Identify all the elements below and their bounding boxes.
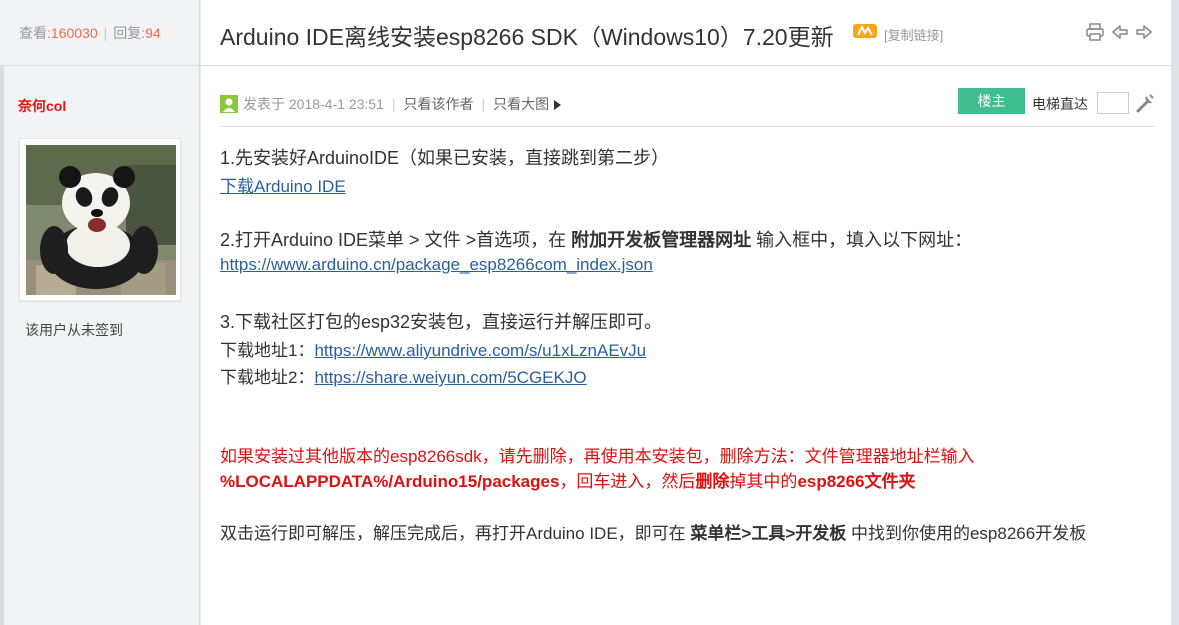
download-2-label: 下载地址2：	[220, 368, 315, 387]
posted-time: 2018-4-1 23:51	[288, 96, 384, 112]
warning-text-mid2: 掉其中的	[729, 472, 798, 491]
replies-label: 回复:	[113, 24, 146, 41]
stats-separator: |	[103, 24, 108, 41]
author-sidebar: 奈何col 该用户从未签到	[4, 66, 200, 625]
thread-stats: 查看: 160030 | 回复: 94	[0, 0, 200, 66]
next-thread-icon[interactable]	[1134, 22, 1154, 42]
warning-line-2: %LOCALAPPDATA%/Arduino15/packages，回车进入，然…	[220, 467, 916, 492]
meta-separator: |	[391, 96, 396, 112]
step-3-text: 3.下载社区打包的esp32安装包，直接运行并解压即可。	[220, 312, 663, 332]
final-text-end: 中找到你使用的esp8266开发板	[846, 524, 1087, 543]
final-bold: 菜单栏>工具>开发板	[690, 524, 847, 543]
download-1-link[interactable]: https://www.aliyundrive.com/s/u1xLznAEvJ…	[314, 341, 646, 360]
post-meta: 发表于 2018-4-1 23:51 | 只看该作者 | 只看大图	[220, 94, 562, 114]
elevator-input[interactable]	[1097, 92, 1129, 114]
elevator-label: 电梯直达	[1032, 96, 1088, 112]
warning-path: %LOCALAPPDATA%/Arduino15/packages	[220, 472, 560, 491]
views-count: 160030	[50, 24, 98, 41]
posted-prefix: 发表于	[243, 96, 285, 112]
only-author-link[interactable]: 只看该作者	[404, 96, 474, 112]
floor-badge: 楼主	[958, 88, 1025, 114]
signin-status: 该用户从未签到	[25, 322, 123, 338]
copy-link-button[interactable]: [复制链接]	[884, 25, 943, 44]
download-1-label: 下载地址1：	[220, 341, 315, 360]
avatar[interactable]	[26, 145, 176, 295]
wrench-icon[interactable]	[1135, 93, 1155, 113]
page-edge-right	[1171, 0, 1179, 625]
download-2-link[interactable]: https://share.weiyun.com/5CGEKJO	[314, 368, 586, 387]
replies-count: 94	[145, 24, 161, 41]
post-body: 发表于 2018-4-1 23:51 | 只看该作者 | 只看大图 楼主 电梯直达 1.…	[201, 66, 1171, 625]
final-text: 双击运行即可解压，解压完成后，再打开Arduino IDE，即可在	[220, 524, 691, 543]
step-2-line: 2.打开Arduino IDE菜单 > 文件 >首选项，在 附加开发板管理器网址…	[220, 226, 972, 252]
step-2-text-end: 输入框中，填入以下网址：	[751, 230, 973, 250]
warning-delete: 删除	[695, 472, 730, 491]
print-icon[interactable]	[1085, 22, 1105, 42]
meta-separator: |	[481, 96, 486, 112]
poster-icon	[220, 95, 238, 113]
step-1-text: 1.先安装好ArduinoIDE（如果已安装，直接跳到第二步）	[220, 148, 670, 168]
step-2-text: 2.打开Arduino IDE菜单 > 文件 >首选项，在	[220, 230, 572, 250]
hot-badge-icon	[853, 24, 877, 38]
step-2-bold: 附加开发板管理器网址	[571, 230, 752, 250]
author-name[interactable]: 奈何col	[18, 96, 66, 116]
thread-title: Arduino IDE离线安装esp8266 SDK（Windows10）7.2…	[220, 24, 834, 50]
package-url-link[interactable]: https://www.arduino.cn/package_esp8266co…	[220, 255, 653, 274]
triangle-right-icon[interactable]	[553, 100, 562, 110]
views-label: 查看:	[19, 24, 51, 41]
thread-header: Arduino IDE离线安装esp8266 SDK（Windows10）7.2…	[201, 0, 1171, 66]
final-line: 双击运行即可解压，解压完成后，再打开Arduino IDE，即可在 菜单栏>工具…	[220, 519, 1086, 544]
avatar-frame[interactable]	[19, 138, 181, 301]
warning-text-mid: ，回车进入，然后	[559, 472, 696, 491]
meta-divider	[220, 126, 1155, 127]
prev-thread-icon[interactable]	[1110, 22, 1130, 42]
only-large-image-link[interactable]: 只看大图	[493, 96, 549, 112]
download-2-line: 下载地址2：https://share.weiyun.com/5CGEKJO	[220, 363, 587, 388]
download-1-line: 下载地址1：https://www.aliyundrive.com/s/u1xL…	[220, 336, 646, 361]
download-ide-link[interactable]: 下载Arduino IDE	[220, 177, 346, 196]
warning-folder: esp8266文件夹	[797, 472, 916, 491]
warning-text: 如果安装过其他版本的esp8266sdk，请先删除，再使用本安装包，删除方法：文…	[220, 447, 975, 466]
